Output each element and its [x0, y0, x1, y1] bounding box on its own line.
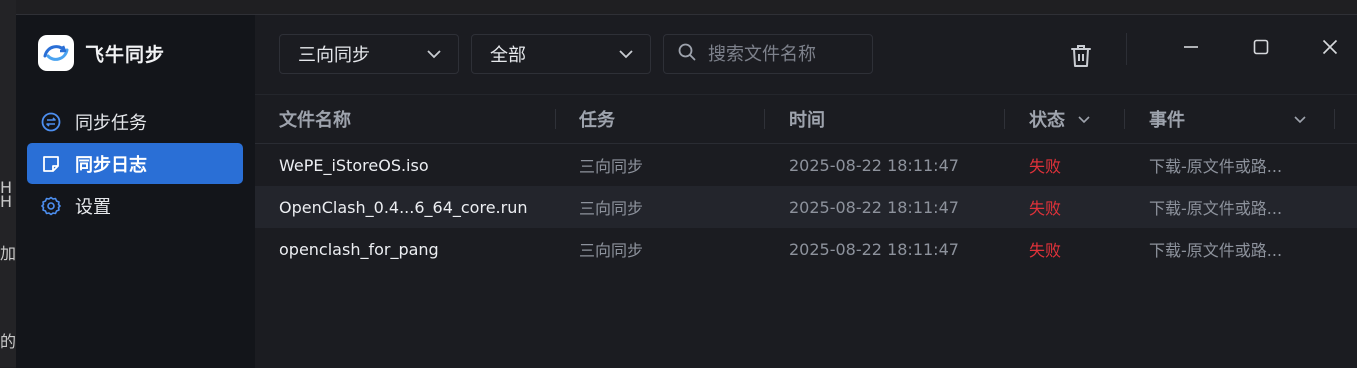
table-row[interactable]: WePE_iStoreOS.iso 三向同步 2025-08-22 18:11:… [255, 144, 1357, 186]
log-note-icon [40, 153, 62, 175]
cell-time: 2025-08-22 18:11:47 [789, 197, 959, 217]
cell-file-name: OpenClash_0.4...6_64_core.run [279, 197, 528, 217]
cell-event: 下载-原文件或路... [1149, 157, 1283, 176]
column-header-task: 任务 [579, 95, 615, 143]
chevron-down-icon[interactable] [1077, 112, 1091, 126]
sync-mode-value: 三向同步 [298, 45, 370, 66]
maximize-icon [1253, 39, 1269, 59]
column-header-label: 文件名称 [279, 110, 351, 131]
cell-event: 下载-原文件或路... [1149, 241, 1283, 260]
sidebar-item-sync-tasks[interactable]: 同步任务 [27, 101, 243, 142]
cell-file-name: openclash_for_pang [279, 239, 439, 259]
sync-log-table: 文件名称 任务 时间 状态 事件 WePE_iStoreOS.iso 三向同步 … [255, 94, 1357, 270]
search-box [663, 34, 873, 74]
column-header-status[interactable]: 状态 [1029, 95, 1091, 143]
sidebar-item-sync-log[interactable]: 同步日志 [27, 143, 243, 184]
cell-task: 三向同步 [579, 157, 644, 176]
column-header-file-name: 文件名称 [279, 95, 351, 143]
background-text-fragment: 的 [0, 332, 16, 351]
sidebar-item-settings[interactable]: 设置 [27, 185, 243, 226]
cell-status: 失败 [1029, 199, 1062, 218]
gear-icon [40, 195, 62, 217]
cell-task: 三向同步 [579, 199, 644, 218]
status-filter-value: 全部 [490, 45, 526, 66]
column-header-label: 事件 [1149, 110, 1185, 131]
column-resizer[interactable] [1004, 109, 1005, 129]
close-button[interactable] [1315, 33, 1345, 65]
sync-logo-icon [38, 35, 74, 71]
column-header-label: 时间 [789, 110, 825, 131]
column-header-time: 时间 [789, 95, 825, 143]
cell-status: 失败 [1029, 157, 1062, 176]
table-row[interactable]: openclash_for_pang 三向同步 2025-08-22 18:11… [255, 228, 1357, 270]
background-desktop: H H 加 的 [0, 0, 16, 367]
column-header-label: 状态 [1029, 110, 1065, 131]
column-header-event[interactable]: 事件 [1149, 95, 1185, 143]
sidebar: 飞牛同步 同步任务 同步日志 设置 [16, 15, 255, 368]
toolbar: 三向同步 全部 [255, 15, 1357, 94]
sync-app-window: 飞牛同步 同步任务 同步日志 设置 三向同步 全部 搜索文件名称 文件名称 任务… [16, 14, 1357, 368]
cell-event: 下载-原文件或路... [1149, 199, 1283, 218]
delete-button[interactable] [1064, 41, 1098, 75]
sync-circle-icon [40, 111, 62, 133]
maximize-button[interactable] [1246, 33, 1276, 65]
cell-time: 2025-08-22 18:11:47 [789, 239, 959, 259]
close-icon [1322, 39, 1338, 59]
search-input[interactable] [706, 42, 870, 66]
cell-status: 失败 [1029, 241, 1062, 260]
sidebar-nav: 同步任务 同步日志 设置 [27, 101, 243, 227]
background-text-fragment: 加 [0, 244, 16, 263]
table-header: 文件名称 任务 时间 状态 事件 [255, 94, 1357, 144]
trash-icon [1070, 44, 1092, 72]
column-resizer[interactable] [1124, 109, 1125, 129]
app-title: 飞牛同步 [85, 43, 166, 66]
column-resizer[interactable] [764, 109, 765, 129]
cell-time: 2025-08-22 18:11:47 [789, 155, 959, 175]
column-header-label: 任务 [579, 110, 615, 131]
sync-mode-select[interactable]: 三向同步 [279, 34, 459, 74]
cell-task: 三向同步 [579, 241, 644, 260]
status-filter-select[interactable]: 全部 [471, 34, 651, 74]
minimize-icon [1183, 39, 1199, 59]
search-icon [678, 43, 696, 65]
app-brand: 飞牛同步 [38, 35, 165, 71]
chevron-down-icon[interactable] [1293, 95, 1307, 143]
sidebar-item-label: 同步任务 [75, 112, 147, 134]
background-text-fragment: H [0, 192, 13, 211]
column-resizer[interactable] [1334, 109, 1335, 129]
sidebar-item-label: 设置 [75, 196, 111, 218]
chevron-down-icon [618, 46, 634, 67]
sidebar-item-label: 同步日志 [75, 154, 147, 176]
chevron-down-icon [426, 46, 442, 67]
toolbar-divider [1126, 33, 1127, 65]
cell-file-name: WePE_iStoreOS.iso [279, 155, 429, 175]
minimize-button[interactable] [1176, 33, 1206, 65]
column-resizer[interactable] [555, 109, 556, 129]
table-row[interactable]: OpenClash_0.4...6_64_core.run 三向同步 2025-… [255, 186, 1357, 228]
